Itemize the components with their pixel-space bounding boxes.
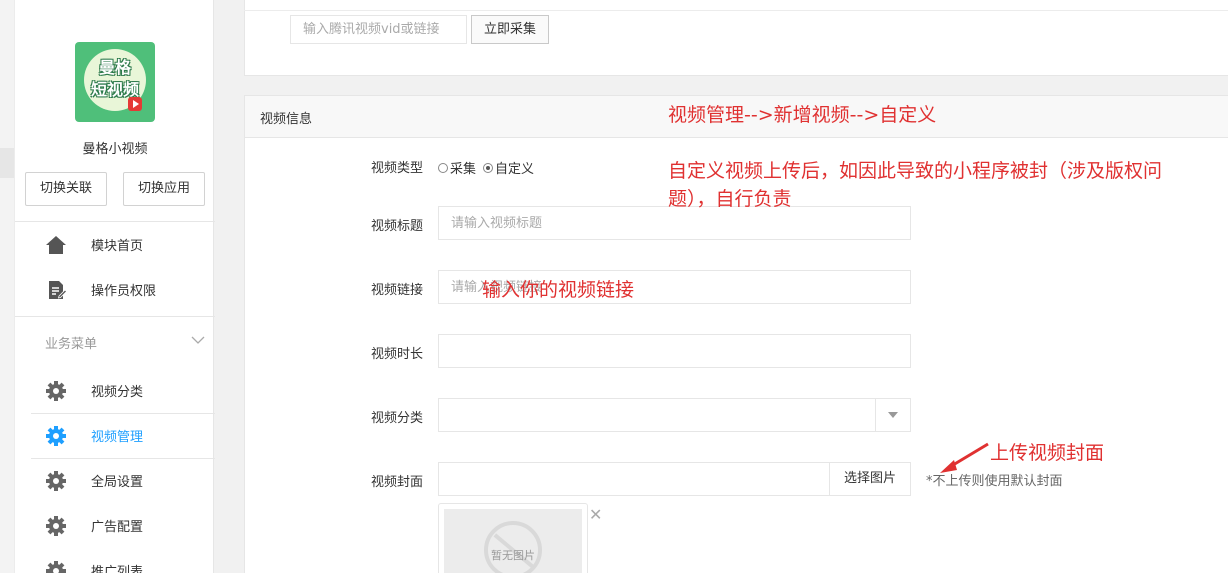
play-icon — [128, 97, 142, 111]
sidebar-item-label: 视频管理 — [91, 430, 144, 445]
category-select[interactable] — [438, 398, 911, 432]
link-label: 视频链接 — [370, 283, 423, 298]
no-image-placeholder: 暂无图片 — [444, 509, 582, 573]
sidebar-item-module-home[interactable]: 模块首页 — [15, 222, 215, 266]
sidebar-item-label: 广告配置 — [91, 520, 144, 535]
sidebar-item-operator-permissions[interactable]: 操作员权限 — [15, 267, 215, 311]
duration-label: 视频时长 — [370, 347, 423, 362]
radio-custom[interactable]: 自定义 — [483, 158, 534, 177]
gear-icon — [46, 561, 66, 573]
title-input[interactable] — [438, 206, 911, 240]
sidebar-item-ad-config[interactable]: 广告配置 — [15, 503, 215, 547]
gear-icon — [46, 426, 66, 446]
switch-link-button[interactable]: 切换关联 — [25, 172, 107, 206]
chevron-down-icon[interactable] — [191, 333, 205, 347]
gear-icon — [46, 471, 66, 491]
gear-icon — [46, 381, 66, 401]
sidebar-item-label: 推广列表 — [91, 565, 144, 573]
sidebar-item-video-management[interactable]: 视频管理 — [15, 413, 215, 457]
sidebar-item-label: 视频分类 — [91, 385, 144, 400]
radio-label: 自定义 — [495, 162, 535, 177]
panel-title: 视频信息 — [260, 112, 313, 127]
sidebar-item-label: 全局设置 — [91, 475, 144, 490]
no-image-text: 暂无图片 — [491, 549, 535, 562]
cover-label: 视频封面 — [370, 475, 423, 490]
panel-divider — [244, 10, 1228, 11]
radio-collect[interactable]: 采集 — [438, 158, 476, 177]
group-label-business-menu: 业务菜单 — [45, 337, 98, 352]
category-label: 视频分类 — [370, 411, 423, 426]
close-icon[interactable]: ✕ — [589, 505, 602, 524]
type-label: 视频类型 — [370, 161, 423, 176]
divider — [15, 316, 215, 317]
radio-dot — [483, 162, 493, 173]
annotation-warning-line2: 题），自行负责 — [668, 188, 792, 210]
arrow-icon — [940, 442, 989, 473]
annotation-cover-note: 上传视频封面 — [990, 442, 1105, 464]
edit-doc-icon — [49, 281, 67, 299]
sidebar-item-label: 操作员权限 — [91, 284, 157, 299]
home-icon — [46, 236, 66, 254]
cover-preview: 暂无图片 — [438, 503, 588, 573]
radio-dot — [438, 162, 448, 173]
collect-input[interactable] — [290, 15, 467, 44]
app-logo: 曼格 短视频 — [75, 42, 155, 122]
dropdown-arrow-icon[interactable] — [875, 399, 910, 431]
gear-icon — [46, 516, 66, 536]
sidebar: 曼格 短视频 曼格小视频 切换关联 切换应用 模块首页 操作员权限 业务菜单 视… — [14, 0, 215, 573]
sidebar-item-label: 模块首页 — [91, 239, 144, 254]
switch-app-button[interactable]: 切换应用 — [123, 172, 205, 206]
app-name: 曼格小视频 — [82, 142, 148, 157]
sidebar-item-promotion-list[interactable]: 推广列表 — [15, 548, 215, 573]
cover-input[interactable] — [438, 462, 830, 496]
annotation-link-note: 输入你的视频链接 — [482, 279, 635, 301]
collect-now-button[interactable]: 立即采集 — [471, 15, 550, 44]
sidebar-item-video-category[interactable]: 视频分类 — [15, 368, 215, 412]
duration-input[interactable] — [438, 334, 911, 368]
annotation-warning-line1: 自定义视频上传后，如因此导致的小程序被封（涉及版权问 — [668, 160, 1163, 182]
title-label: 视频标题 — [370, 219, 423, 234]
left-rail — [0, 0, 14, 573]
radio-label: 采集 — [450, 162, 477, 177]
logo-text-line2: 短视频 — [90, 80, 139, 99]
rail-marker — [0, 148, 14, 178]
annotation-nav-path: 视频管理-->新增视频-->自定义 — [668, 104, 937, 126]
sidebar-item-global-settings[interactable]: 全局设置 — [15, 458, 215, 502]
choose-image-button[interactable]: 选择图片 — [829, 462, 911, 496]
logo-text-line1: 曼格 — [98, 58, 131, 77]
